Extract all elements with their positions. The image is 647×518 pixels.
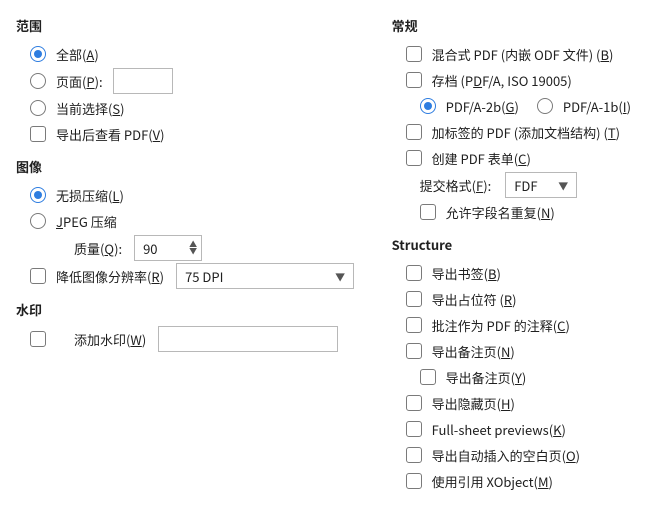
pdfa1b-radio[interactable]: [537, 98, 553, 114]
dpi-value: 75 DPI: [185, 267, 223, 286]
view-after-export-label: 导出后查看 PDF(V): [56, 125, 165, 144]
range-selection-label: 当前选择(S): [56, 99, 125, 118]
allow-dup-fields-check[interactable]: [420, 204, 436, 220]
allow-dup-fields-label: 允许字段名重复(N): [446, 203, 555, 222]
hybrid-pdf-check[interactable]: [406, 46, 422, 62]
quality-spinner[interactable]: 90 ▲▼: [134, 235, 202, 261]
export-bookmarks-label: 导出书签(B): [432, 264, 501, 283]
export-auto-blank-check[interactable]: [406, 447, 422, 463]
chevron-down-icon: ▼: [558, 178, 568, 193]
jpeg-radio[interactable]: [30, 213, 46, 229]
tagged-pdf-label: 加标签的 PDF (添加文档结构) (T): [432, 123, 620, 142]
archive-check[interactable]: [406, 72, 422, 88]
dpi-select[interactable]: 75 DPI ▼: [176, 263, 354, 289]
export-notes-pages-check[interactable]: [406, 343, 422, 359]
jpeg-label: JPEG 压缩: [56, 212, 117, 231]
export-hidden-pages-label: 导出隐藏页(H): [432, 394, 515, 413]
submit-format-label: 提交格式(F):: [420, 176, 492, 195]
chevron-down-icon: ▼: [335, 269, 345, 284]
range-all-label: 全部(A): [56, 45, 99, 64]
range-selection-radio[interactable]: [30, 100, 46, 116]
spinner-buttons-icon[interactable]: ▲▼: [189, 241, 197, 255]
lossless-radio[interactable]: [30, 187, 46, 203]
export-placeholders-label: 导出占位符 (R): [432, 290, 517, 309]
use-xobject-label: 使用引用 XObject(M): [432, 472, 553, 491]
lossless-label: 无损压缩(L): [56, 186, 124, 205]
archive-label: 存档 (PDF/A, ISO 19005): [432, 71, 572, 90]
range-pages-radio[interactable]: [30, 73, 46, 89]
pdfa2b-radio[interactable]: [420, 98, 436, 114]
export-auto-blank-label: 导出自动插入的空白页(O): [432, 446, 580, 465]
export-placeholders-check[interactable]: [406, 291, 422, 307]
comments-as-annotations-check[interactable]: [406, 317, 422, 333]
structure-title: Structure: [392, 235, 631, 254]
range-title: 范围: [16, 16, 392, 35]
comments-as-annotations-label: 批注作为 PDF 的注释(C): [432, 316, 570, 335]
quality-label: 质量(Q):: [74, 239, 122, 258]
export-bookmarks-check[interactable]: [406, 265, 422, 281]
pdfa1b-label: PDF/A-1b(I): [563, 97, 631, 116]
watermark-label: 添加水印(W): [74, 330, 146, 349]
pdfa2b-label: PDF/A-2b(G): [446, 97, 519, 116]
use-xobject-check[interactable]: [406, 473, 422, 489]
create-form-label: 创建 PDF 表单(C): [432, 149, 531, 168]
export-only-notes-pages-label: 导出备注页(Y): [446, 368, 527, 387]
submit-format-value: FDF: [514, 176, 537, 195]
watermark-input[interactable]: [158, 326, 338, 352]
hybrid-pdf-label: 混合式 PDF (内嵌 ODF 文件) (B): [432, 45, 614, 64]
export-hidden-pages-check[interactable]: [406, 395, 422, 411]
fullsheet-previews-check[interactable]: [406, 421, 422, 437]
submit-format-select[interactable]: FDF ▼: [505, 172, 577, 198]
export-only-notes-pages-check[interactable]: [420, 369, 436, 385]
range-pages-input[interactable]: [113, 68, 173, 94]
view-after-export-check[interactable]: [30, 126, 46, 142]
watermark-title: 水印: [16, 300, 392, 319]
quality-value: 90: [143, 239, 157, 258]
range-pages-label: 页面(P):: [56, 72, 103, 91]
tagged-pdf-check[interactable]: [406, 124, 422, 140]
create-form-check[interactable]: [406, 150, 422, 166]
watermark-check[interactable]: [30, 331, 46, 347]
reduce-resolution-label: 降低图像分辨率(R): [56, 267, 164, 286]
reduce-resolution-check[interactable]: [30, 268, 46, 284]
image-title: 图像: [16, 157, 392, 176]
export-notes-pages-label: 导出备注页(N): [432, 342, 515, 361]
general-title: 常规: [392, 16, 631, 35]
range-all-radio[interactable]: [30, 46, 46, 62]
fullsheet-previews-label: Full-sheet previews(K): [432, 420, 566, 439]
